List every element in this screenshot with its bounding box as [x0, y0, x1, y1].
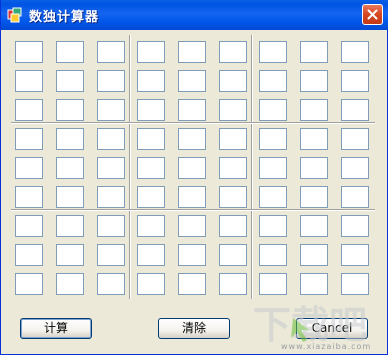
- sudoku-cell[interactable]: [259, 157, 287, 179]
- sudoku-cell[interactable]: [137, 186, 165, 208]
- sudoku-cell[interactable]: [219, 273, 247, 295]
- sudoku-cell[interactable]: [178, 128, 206, 150]
- sudoku-cell[interactable]: [219, 128, 247, 150]
- sudoku-cell[interactable]: [300, 41, 328, 63]
- sudoku-cell[interactable]: [56, 186, 84, 208]
- close-button[interactable]: [362, 4, 383, 25]
- sudoku-cell[interactable]: [219, 41, 247, 63]
- sudoku-cell[interactable]: [137, 128, 165, 150]
- sudoku-cell[interactable]: [15, 186, 43, 208]
- close-icon: [367, 9, 378, 20]
- sudoku-cell[interactable]: [97, 99, 125, 121]
- app-icon: [7, 7, 22, 23]
- sudoku-cell[interactable]: [300, 70, 328, 92]
- sudoku-cell[interactable]: [178, 41, 206, 63]
- sudoku-cell[interactable]: [137, 215, 165, 237]
- sudoku-cell[interactable]: [15, 215, 43, 237]
- sudoku-cell[interactable]: [300, 273, 328, 295]
- svg-text:下载吧: 下载吧: [253, 303, 367, 347]
- sudoku-cell[interactable]: [259, 273, 287, 295]
- sudoku-cell[interactable]: [137, 273, 165, 295]
- sudoku-cell[interactable]: [259, 244, 287, 266]
- sudoku-cell[interactable]: [137, 41, 165, 63]
- sudoku-cell[interactable]: [300, 186, 328, 208]
- sudoku-cell[interactable]: [56, 215, 84, 237]
- sudoku-cell[interactable]: [219, 215, 247, 237]
- sudoku-cell[interactable]: [219, 70, 247, 92]
- sudoku-cell[interactable]: [341, 99, 369, 121]
- block-separator-vertical: [129, 35, 131, 299]
- sudoku-cell[interactable]: [56, 244, 84, 266]
- block-separator-vertical: [251, 35, 253, 299]
- sudoku-cell[interactable]: [178, 273, 206, 295]
- sudoku-cell[interactable]: [56, 41, 84, 63]
- sudoku-cell[interactable]: [137, 157, 165, 179]
- sudoku-cell[interactable]: [97, 215, 125, 237]
- sudoku-cell[interactable]: [56, 157, 84, 179]
- sudoku-cell[interactable]: [15, 273, 43, 295]
- sudoku-cell[interactable]: [97, 157, 125, 179]
- calculate-button[interactable]: 计算: [20, 318, 92, 339]
- sudoku-cell[interactable]: [341, 273, 369, 295]
- sudoku-cell[interactable]: [341, 157, 369, 179]
- sudoku-cell[interactable]: [300, 99, 328, 121]
- sudoku-cell[interactable]: [259, 70, 287, 92]
- sudoku-cell[interactable]: [56, 99, 84, 121]
- sudoku-cell[interactable]: [300, 244, 328, 266]
- sudoku-cell[interactable]: [178, 70, 206, 92]
- sudoku-cell[interactable]: [97, 186, 125, 208]
- sudoku-cell[interactable]: [97, 244, 125, 266]
- sudoku-cell[interactable]: [219, 244, 247, 266]
- sudoku-calculator-window: 数独计算器 计算 清除 Cancel 下载吧 www.xiazaiba.com: [0, 0, 388, 355]
- sudoku-cell[interactable]: [56, 128, 84, 150]
- sudoku-cell[interactable]: [178, 99, 206, 121]
- sudoku-cell[interactable]: [259, 41, 287, 63]
- sudoku-cell[interactable]: [300, 215, 328, 237]
- sudoku-cell[interactable]: [97, 41, 125, 63]
- block-separator-horizontal: [11, 122, 375, 124]
- sudoku-grid: [9, 31, 378, 301]
- sudoku-cell[interactable]: [56, 70, 84, 92]
- sudoku-cell[interactable]: [300, 157, 328, 179]
- sudoku-cell[interactable]: [15, 157, 43, 179]
- sudoku-cell[interactable]: [341, 244, 369, 266]
- sudoku-cell[interactable]: [178, 186, 206, 208]
- watermark-url: www.xiazaiba.com: [281, 342, 372, 351]
- sudoku-cell[interactable]: [259, 215, 287, 237]
- window-title: 数独计算器: [29, 10, 100, 25]
- block-separator-horizontal: [11, 209, 375, 211]
- sudoku-cell[interactable]: [341, 215, 369, 237]
- clear-button[interactable]: 清除: [158, 318, 230, 339]
- sudoku-cell[interactable]: [219, 157, 247, 179]
- sudoku-cell[interactable]: [15, 41, 43, 63]
- sudoku-cell[interactable]: [15, 244, 43, 266]
- sudoku-cell[interactable]: [137, 70, 165, 92]
- sudoku-cell[interactable]: [341, 70, 369, 92]
- sudoku-cell[interactable]: [341, 128, 369, 150]
- sudoku-cell[interactable]: [178, 157, 206, 179]
- sudoku-cell[interactable]: [259, 128, 287, 150]
- sudoku-cell[interactable]: [341, 41, 369, 63]
- sudoku-cell[interactable]: [259, 99, 287, 121]
- sudoku-cell[interactable]: [341, 186, 369, 208]
- sudoku-cell[interactable]: [259, 186, 287, 208]
- sudoku-cell[interactable]: [219, 99, 247, 121]
- sudoku-cell[interactable]: [97, 128, 125, 150]
- sudoku-cell[interactable]: [178, 244, 206, 266]
- sudoku-cell[interactable]: [137, 99, 165, 121]
- title-bar[interactable]: 数独计算器: [1, 0, 388, 30]
- sudoku-cell[interactable]: [219, 186, 247, 208]
- sudoku-cell[interactable]: [178, 215, 206, 237]
- sudoku-cell[interactable]: [137, 244, 165, 266]
- sudoku-cell[interactable]: [56, 273, 84, 295]
- sudoku-cell[interactable]: [97, 70, 125, 92]
- sudoku-cell[interactable]: [15, 99, 43, 121]
- sudoku-cell[interactable]: [15, 128, 43, 150]
- sudoku-cell[interactable]: [300, 128, 328, 150]
- sudoku-cell[interactable]: [97, 273, 125, 295]
- sudoku-cell[interactable]: [15, 70, 43, 92]
